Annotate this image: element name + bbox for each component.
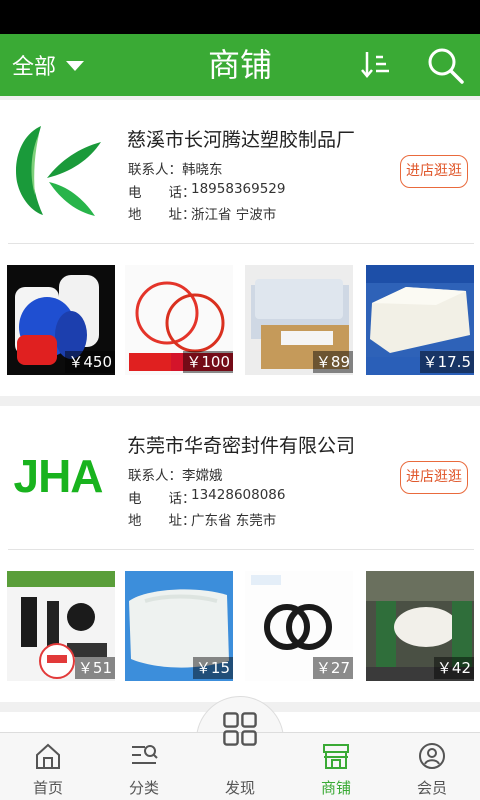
product-thumbnail[interactable]: ￥42 bbox=[366, 571, 474, 681]
phone-value[interactable]: 13428608086 bbox=[191, 487, 285, 507]
filter-dropdown[interactable]: 全部 bbox=[12, 34, 85, 96]
header-bar: 全部 商铺 bbox=[0, 34, 480, 96]
product-thumbnail[interactable]: ￥27 bbox=[245, 571, 353, 681]
category-search-icon bbox=[132, 745, 158, 764]
shop-card[interactable]: 慈溪市长河腾达塑胶制品厂 联系人： 韩晓东 电 话： 18958369529 地… bbox=[0, 100, 480, 396]
green-k-logo-icon bbox=[16, 126, 101, 216]
address-row: 地 址： 广东省 东莞市 bbox=[128, 509, 276, 529]
contact-row: 联系人： 韩晓东 bbox=[128, 158, 223, 178]
address-value: 广东省 东莞市 bbox=[191, 513, 277, 529]
tab-label: 会员 bbox=[416, 779, 447, 797]
address-label: 地 址： bbox=[128, 207, 196, 223]
product-thumbnail[interactable]: ￥51 bbox=[7, 571, 115, 681]
tab-shop[interactable]: 商铺 bbox=[288, 733, 384, 800]
product-thumbnail[interactable]: ￥89 bbox=[245, 265, 353, 375]
tab-label: 发现 bbox=[224, 779, 255, 797]
phone-row: 电 话： 18958369529 bbox=[128, 181, 285, 201]
home-icon bbox=[36, 743, 60, 769]
grid-icon bbox=[223, 712, 257, 746]
phone-label: 电 话： bbox=[128, 491, 196, 507]
contact-value: 韩晓东 bbox=[182, 162, 223, 178]
product-price: ￥17.5 bbox=[419, 351, 474, 373]
product-price: ￥15 bbox=[192, 657, 233, 679]
filter-label: 全部 bbox=[12, 55, 57, 80]
phone-label: 电 话： bbox=[128, 185, 196, 201]
visit-shop-button[interactable]: 进店逛逛 bbox=[400, 155, 468, 188]
product-price: ￥89 bbox=[312, 351, 353, 373]
contact-label: 联系人： bbox=[128, 162, 182, 178]
contact-value: 李嫦娥 bbox=[182, 468, 223, 484]
shop-logo[interactable] bbox=[8, 120, 108, 220]
product-price: ￥100 bbox=[183, 351, 233, 373]
user-icon bbox=[419, 743, 445, 769]
product-price: ￥27 bbox=[312, 657, 353, 679]
shop-name[interactable]: 东莞市华奇密封件有限公司 bbox=[127, 431, 355, 458]
address-value: 浙江省 宁波市 bbox=[191, 207, 277, 223]
sort-icon[interactable] bbox=[358, 47, 394, 83]
shop-icon bbox=[323, 744, 349, 769]
tab-label: 商铺 bbox=[320, 779, 351, 797]
shop-logo[interactable]: JHA bbox=[8, 426, 108, 526]
product-thumbnail[interactable]: ￥17.5 bbox=[366, 265, 474, 375]
contact-row: 联系人： 李嫦娥 bbox=[128, 464, 223, 484]
shop-logo-text: JHA bbox=[13, 450, 103, 502]
divider bbox=[8, 549, 474, 550]
shop-name[interactable]: 慈溪市长河腾达塑胶制品厂 bbox=[127, 125, 355, 152]
tab-label: 首页 bbox=[32, 779, 63, 797]
address-row: 地 址： 浙江省 宁波市 bbox=[128, 203, 276, 223]
divider bbox=[8, 243, 474, 244]
search-icon[interactable] bbox=[424, 44, 466, 86]
product-price: ￥51 bbox=[74, 657, 115, 679]
status-bar bbox=[0, 0, 480, 34]
tab-label: 分类 bbox=[128, 779, 159, 797]
tab-discover[interactable]: 发现 bbox=[192, 712, 288, 800]
contact-label: 联系人： bbox=[128, 468, 182, 484]
product-price: ￥42 bbox=[433, 657, 474, 679]
phone-row: 电 话： 13428608086 bbox=[128, 487, 285, 507]
bottom-tab-bar: 首页 分类 发现 商铺 会员 bbox=[0, 712, 480, 800]
address-label: 地 址： bbox=[128, 513, 196, 529]
shop-card[interactable]: JHA 东莞市华奇密封件有限公司 联系人： 李嫦娥 电 话： 134286080… bbox=[0, 406, 480, 702]
phone-value[interactable]: 18958369529 bbox=[191, 181, 285, 201]
visit-shop-button[interactable]: 进店逛逛 bbox=[400, 461, 468, 494]
chevron-down-icon bbox=[66, 61, 85, 71]
product-price: ￥450 bbox=[65, 351, 115, 373]
tab-member[interactable]: 会员 bbox=[384, 733, 480, 800]
product-thumbnail[interactable]: ￥15 bbox=[125, 571, 233, 681]
tab-category[interactable]: 分类 bbox=[96, 733, 192, 800]
product-thumbnail[interactable]: ￥450 bbox=[7, 265, 115, 375]
product-thumbnail[interactable]: ￥100 bbox=[125, 265, 233, 375]
tab-home[interactable]: 首页 bbox=[0, 733, 96, 800]
